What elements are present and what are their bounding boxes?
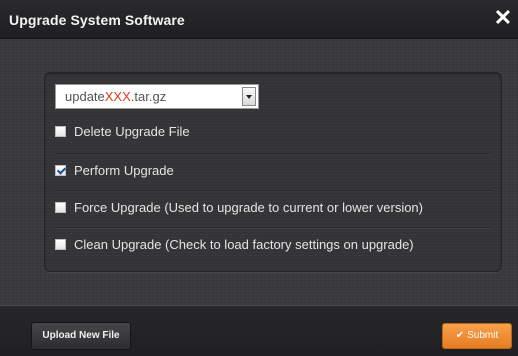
perform-upgrade-checkbox[interactable] — [55, 165, 66, 176]
dialog-body: updateXXX.tar.gz Delete Upgrade File Per… — [0, 39, 518, 305]
option-label: Delete Upgrade File — [74, 124, 190, 139]
submit-button[interactable]: ✔ Submit — [442, 323, 512, 349]
option-label: Force Upgrade (Used to upgrade to curren… — [74, 200, 423, 215]
option-label: Perform Upgrade — [74, 163, 174, 178]
option-force-upgrade[interactable]: Force Upgrade (Used to upgrade to curren… — [55, 190, 491, 227]
upgrade-options-panel: updateXXX.tar.gz Delete Upgrade File Per… — [44, 72, 502, 272]
force-upgrade-checkbox[interactable] — [55, 202, 66, 213]
delete-upgrade-file-checkbox[interactable] — [55, 126, 66, 137]
clean-upgrade-checkbox[interactable] — [55, 239, 66, 250]
option-delete-upgrade-file[interactable]: Delete Upgrade File — [55, 115, 491, 151]
option-label: Clean Upgrade (Check to load factory set… — [74, 237, 414, 252]
file-suffix: .tar.gz — [130, 89, 167, 104]
dialog-footer: Upload New File ✔ Submit — [0, 305, 518, 356]
selected-file-name: updateXXX.tar.gz — [65, 89, 166, 104]
file-version-placeholder: XXX — [104, 89, 131, 104]
upgrade-dialog: Upgrade System Software ✕ updateXXX.tar.… — [0, 0, 518, 356]
option-perform-upgrade[interactable]: Perform Upgrade — [55, 153, 491, 190]
dialog-titlebar: Upgrade System Software ✕ — [0, 0, 518, 39]
file-prefix: update — [65, 89, 105, 104]
chevron-down-icon[interactable] — [242, 87, 256, 106]
submit-label: Submit — [467, 330, 499, 341]
upgrade-file-select[interactable]: updateXXX.tar.gz — [55, 84, 259, 109]
close-icon[interactable]: ✕ — [492, 6, 514, 30]
option-clean-upgrade[interactable]: Clean Upgrade (Check to load factory set… — [55, 227, 491, 264]
upload-new-file-button[interactable]: Upload New File — [31, 322, 131, 350]
checkmark-icon: ✔ — [455, 330, 465, 341]
dialog-title: Upgrade System Software — [9, 12, 185, 28]
